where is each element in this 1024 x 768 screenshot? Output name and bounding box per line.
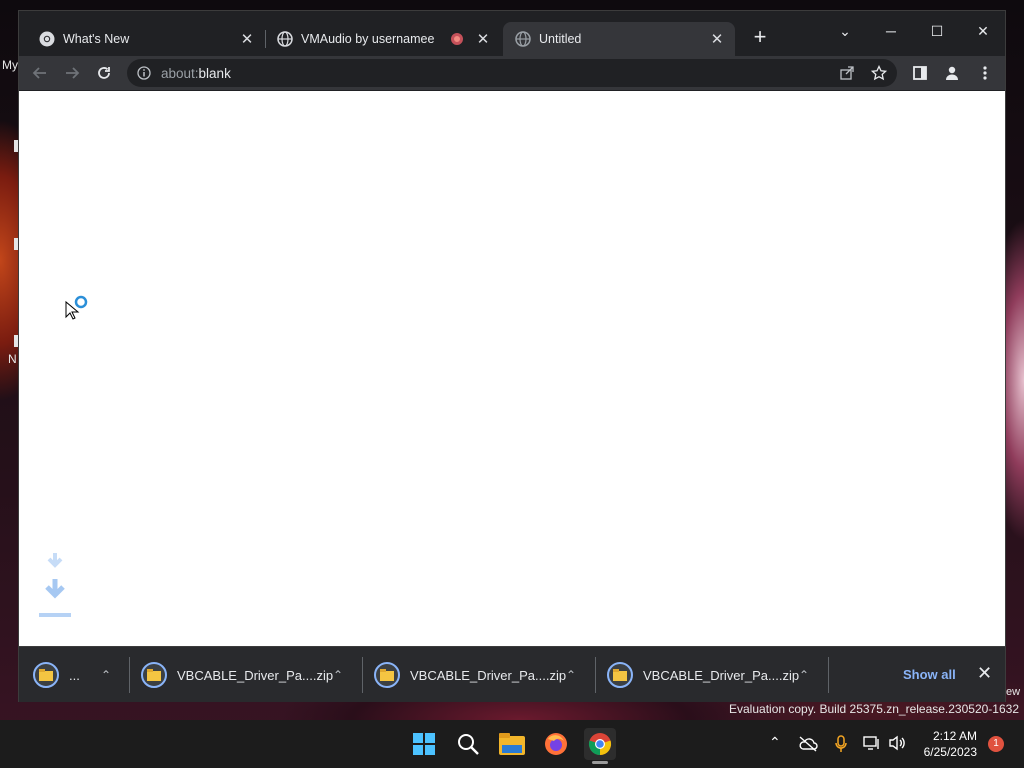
reload-icon (98, 67, 110, 79)
maximize-button[interactable]: ☐ (914, 16, 960, 46)
profile-button[interactable] (939, 60, 965, 86)
tab-whats-new[interactable]: What's New ✕ (27, 22, 265, 56)
side-panel-button[interactable] (907, 60, 933, 86)
tab-vmaudio[interactable]: VMAudio by usernamee ✕ (265, 22, 501, 56)
download-item[interactable]: VBCABLE_Driver_Pa....zip ⌃ (607, 647, 829, 703)
zip-file-icon (33, 662, 59, 688)
globe-icon (277, 31, 293, 47)
download-filename: VBCABLE_Driver_Pa....zip (410, 667, 567, 683)
firefox-button[interactable] (540, 728, 572, 760)
desktop-icon-label: My (2, 58, 18, 72)
zip-file-icon (141, 662, 167, 688)
tab-untitled[interactable]: Untitled ✕ (503, 22, 735, 56)
taskbar: ⌃ 2:12 AM 6/25/2023 1 (0, 720, 1024, 768)
network-icon[interactable] (863, 735, 881, 751)
url-page: blank (198, 66, 231, 81)
desktop-icon-label: N (8, 352, 17, 366)
kebab-menu-icon (983, 66, 987, 80)
download-item[interactable]: VBCABLE_Driver_Pa....zip ⌃ (141, 647, 363, 703)
search-icon (458, 734, 479, 755)
chrome-taskbar-button[interactable] (584, 728, 616, 760)
evaluation-watermark: Evaluation copy. Build 25375.zn_release.… (729, 702, 1019, 716)
firefox-icon (545, 733, 567, 755)
minimize-button[interactable]: ─ (868, 16, 914, 46)
tab-strip: What's New ✕ VMAudio by usernamee ✕ Unti… (19, 11, 1005, 56)
windows-icon (413, 733, 435, 755)
onedrive-offline-icon[interactable] (798, 736, 818, 752)
desktop-text-fragment: ew (1006, 686, 1021, 698)
url-text: about:blank (161, 66, 231, 81)
globe-icon (515, 31, 531, 47)
folder-icon (499, 733, 525, 755)
menu-button[interactable] (972, 60, 998, 86)
close-shelf-button[interactable]: ✕ (977, 663, 992, 684)
tab-title: Untitled (539, 32, 582, 46)
download-filename: VBCABLE_Driver_Pa....zip (643, 667, 800, 683)
shelf-divider (362, 657, 363, 693)
active-app-indicator (592, 761, 608, 764)
new-tab-button[interactable]: + (747, 25, 773, 51)
browser-window: What's New ✕ VMAudio by usernamee ✕ Unti… (18, 10, 1006, 702)
watermark-build: Evaluation copy. Build 25375.zn_release.… (729, 702, 1019, 716)
start-button[interactable] (408, 728, 440, 760)
chevron-up-icon[interactable]: ⌃ (333, 668, 343, 682)
notification-badge[interactable]: 1 (988, 736, 1004, 752)
zip-file-icon (607, 662, 633, 688)
shelf-divider (129, 657, 130, 693)
star-icon[interactable] (871, 65, 887, 81)
system-clock[interactable]: 2:12 AM 6/25/2023 (915, 728, 977, 760)
volume-icon[interactable] (888, 735, 908, 751)
tab-title: What's New (63, 32, 130, 46)
tab-close-icon[interactable]: ✕ (707, 30, 727, 48)
chevron-up-icon[interactable]: ⌃ (101, 668, 111, 682)
chrome-icon (39, 31, 55, 47)
recording-indicator-icon (451, 33, 463, 45)
chrome-icon (588, 733, 612, 756)
chevron-up-icon[interactable]: ⌃ (566, 668, 576, 682)
reload-button[interactable] (91, 60, 117, 86)
zip-file-icon (374, 662, 400, 688)
tab-search-button[interactable]: ⌄ (822, 16, 868, 46)
person-icon (946, 66, 958, 80)
arrow-right-icon (66, 67, 80, 79)
tab-close-icon[interactable]: ✕ (237, 30, 257, 48)
arrow-left-icon (32, 67, 46, 79)
browser-toolbar: about:blank (19, 56, 1005, 90)
page-content[interactable] (19, 91, 1005, 646)
download-item[interactable]: VBCABLE_Driver_Pa....zip ⌃ (374, 647, 596, 703)
forward-button[interactable] (59, 60, 85, 86)
download-animation-icon (39, 553, 71, 617)
shelf-divider (595, 657, 596, 693)
url-scheme: about: (161, 66, 199, 81)
download-filename: VBCABLE_Driver_Pa....zip (177, 667, 334, 683)
back-button[interactable] (27, 60, 53, 86)
download-item[interactable]: ... ⌃ (33, 647, 131, 703)
shelf-divider (828, 657, 829, 693)
chevron-up-icon[interactable]: ⌃ (799, 668, 809, 682)
tab-close-icon[interactable]: ✕ (473, 30, 493, 48)
show-all-downloads-link[interactable]: Show all (903, 667, 956, 682)
busy-cursor-icon (65, 295, 88, 320)
download-filename: ... (69, 667, 80, 683)
clock-time: 2:12 AM (932, 729, 977, 743)
clock-date: 6/25/2023 (923, 745, 977, 759)
info-icon[interactable] (137, 66, 151, 80)
close-window-button[interactable]: ✕ (960, 16, 1006, 46)
tray-overflow-chevron-icon[interactable]: ⌃ (769, 734, 781, 751)
file-explorer-button[interactable] (496, 728, 528, 760)
download-shelf: ... ⌃ VBCABLE_Driver_Pa....zip ⌃ VBCABLE… (19, 646, 1005, 702)
side-panel-icon (913, 66, 927, 80)
tab-title: VMAudio by usernamee (301, 32, 435, 46)
address-bar[interactable]: about:blank (127, 59, 897, 87)
share-icon[interactable] (839, 65, 855, 81)
microphone-icon[interactable] (835, 735, 847, 753)
search-button[interactable] (452, 728, 484, 760)
